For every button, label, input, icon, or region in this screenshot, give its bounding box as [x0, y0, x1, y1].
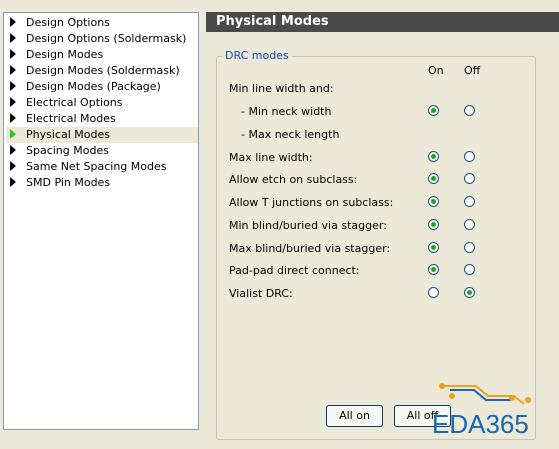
tree-item-label: Same Net Spacing Modes: [26, 160, 167, 173]
circuit-trace-icon: [439, 383, 531, 405]
row-label-pad-pad-connect: Pad-pad direct connect:: [229, 264, 360, 277]
pad-pad-connect-on-radio[interactable]: [428, 264, 439, 275]
vialist-drc-off-radio[interactable]: [464, 287, 475, 298]
page-title: Physical Modes: [206, 12, 559, 32]
all-on-button[interactable]: All on: [326, 405, 383, 427]
tree-item-label: SMD Pin Modes: [26, 176, 111, 189]
expand-arrow-icon[interactable]: [10, 161, 16, 171]
tree-item-design-modes-soldermask[interactable]: Design Modes (Soldermask): [10, 63, 180, 79]
expand-arrow-icon[interactable]: [10, 49, 16, 59]
options-tree[interactable]: Design Options Design Options (Soldermas…: [3, 12, 199, 430]
expand-arrow-icon[interactable]: [10, 97, 16, 107]
tree-item-electrical-modes[interactable]: Electrical Modes: [10, 111, 116, 127]
max-via-stagger-off-radio[interactable]: [464, 242, 475, 253]
tree-item-same-net-spacing-modes[interactable]: Same Net Spacing Modes: [10, 159, 166, 175]
tree-item-design-options-soldermask[interactable]: Design Options (Soldermask): [10, 31, 186, 47]
tree-item-design-modes[interactable]: Design Modes: [10, 47, 103, 63]
allow-t-junctions-on-radio[interactable]: [428, 196, 439, 207]
expand-arrow-icon[interactable]: [10, 145, 16, 155]
tree-item-spacing-modes[interactable]: Spacing Modes: [10, 143, 109, 159]
expand-arrow-icon[interactable]: [10, 17, 16, 27]
expand-arrow-icon[interactable]: [10, 65, 16, 75]
tree-item-design-modes-package[interactable]: Design Modes (Package): [10, 79, 161, 95]
tree-item-label: Design Modes (Soldermask): [26, 64, 180, 77]
tree-item-design-options[interactable]: Design Options: [10, 15, 110, 31]
tree-item-label: Design Options: [26, 16, 110, 29]
tree-item-label: Electrical Modes: [26, 112, 116, 125]
allow-etch-on-radio[interactable]: [428, 173, 439, 184]
tree-item-label: Design Modes (Package): [26, 80, 161, 93]
tree-item-physical-modes[interactable]: Physical Modes: [6, 127, 198, 143]
expand-arrow-icon[interactable]: [10, 33, 16, 43]
row-label-max-neck-length: - Max neck length: [241, 128, 340, 141]
vialist-drc-on-radio[interactable]: [428, 287, 439, 298]
row-label-min-via-stagger: Min blind/buried via stagger:: [229, 219, 387, 232]
min-via-stagger-on-radio[interactable]: [428, 219, 439, 230]
column-header-off: Off: [464, 64, 481, 77]
tree-item-label: Physical Modes: [26, 128, 110, 141]
tree-item-smd-pin-modes[interactable]: SMD Pin Modes: [10, 175, 110, 191]
row-label-vialist-drc: Vialist DRC:: [229, 287, 293, 300]
expand-arrow-icon[interactable]: [10, 81, 16, 91]
tree-item-label: Design Options (Soldermask): [26, 32, 187, 45]
row-label-max-line-width: Max line width:: [229, 151, 313, 164]
allow-etch-off-radio[interactable]: [464, 173, 475, 184]
group-title: DRC modes: [222, 50, 292, 62]
row-label-allow-etch: Allow etch on subclass:: [229, 173, 358, 186]
max-line-width-on-radio[interactable]: [428, 151, 439, 162]
tree-item-label: Electrical Options: [26, 96, 123, 109]
row-label-min-neck-width: - Min neck width: [241, 105, 332, 118]
allow-t-junctions-off-radio[interactable]: [464, 196, 475, 207]
expand-arrow-icon[interactable]: [10, 177, 16, 187]
column-header-on: On: [428, 64, 444, 77]
min-neck-width-on-radio[interactable]: [428, 105, 439, 116]
watermark-logo: EDA365: [432, 409, 529, 439]
expand-arrow-icon[interactable]: [10, 129, 16, 139]
row-label-min-line-width: Min line width and:: [229, 82, 334, 95]
tree-item-label: Spacing Modes: [26, 144, 109, 157]
pad-pad-connect-off-radio[interactable]: [464, 264, 475, 275]
tree-item-electrical-options[interactable]: Electrical Options: [10, 95, 123, 111]
tree-item-label: Design Modes: [26, 48, 104, 61]
min-via-stagger-off-radio[interactable]: [464, 219, 475, 230]
expand-arrow-icon[interactable]: [10, 113, 16, 123]
max-line-width-off-radio[interactable]: [464, 151, 475, 162]
row-label-allow-t-junctions: Allow T junctions on subclass:: [229, 196, 394, 209]
row-label-max-via-stagger: Max blind/buried via stagger:: [229, 242, 391, 255]
min-neck-width-off-radio[interactable]: [464, 105, 475, 116]
max-via-stagger-on-radio[interactable]: [428, 242, 439, 253]
